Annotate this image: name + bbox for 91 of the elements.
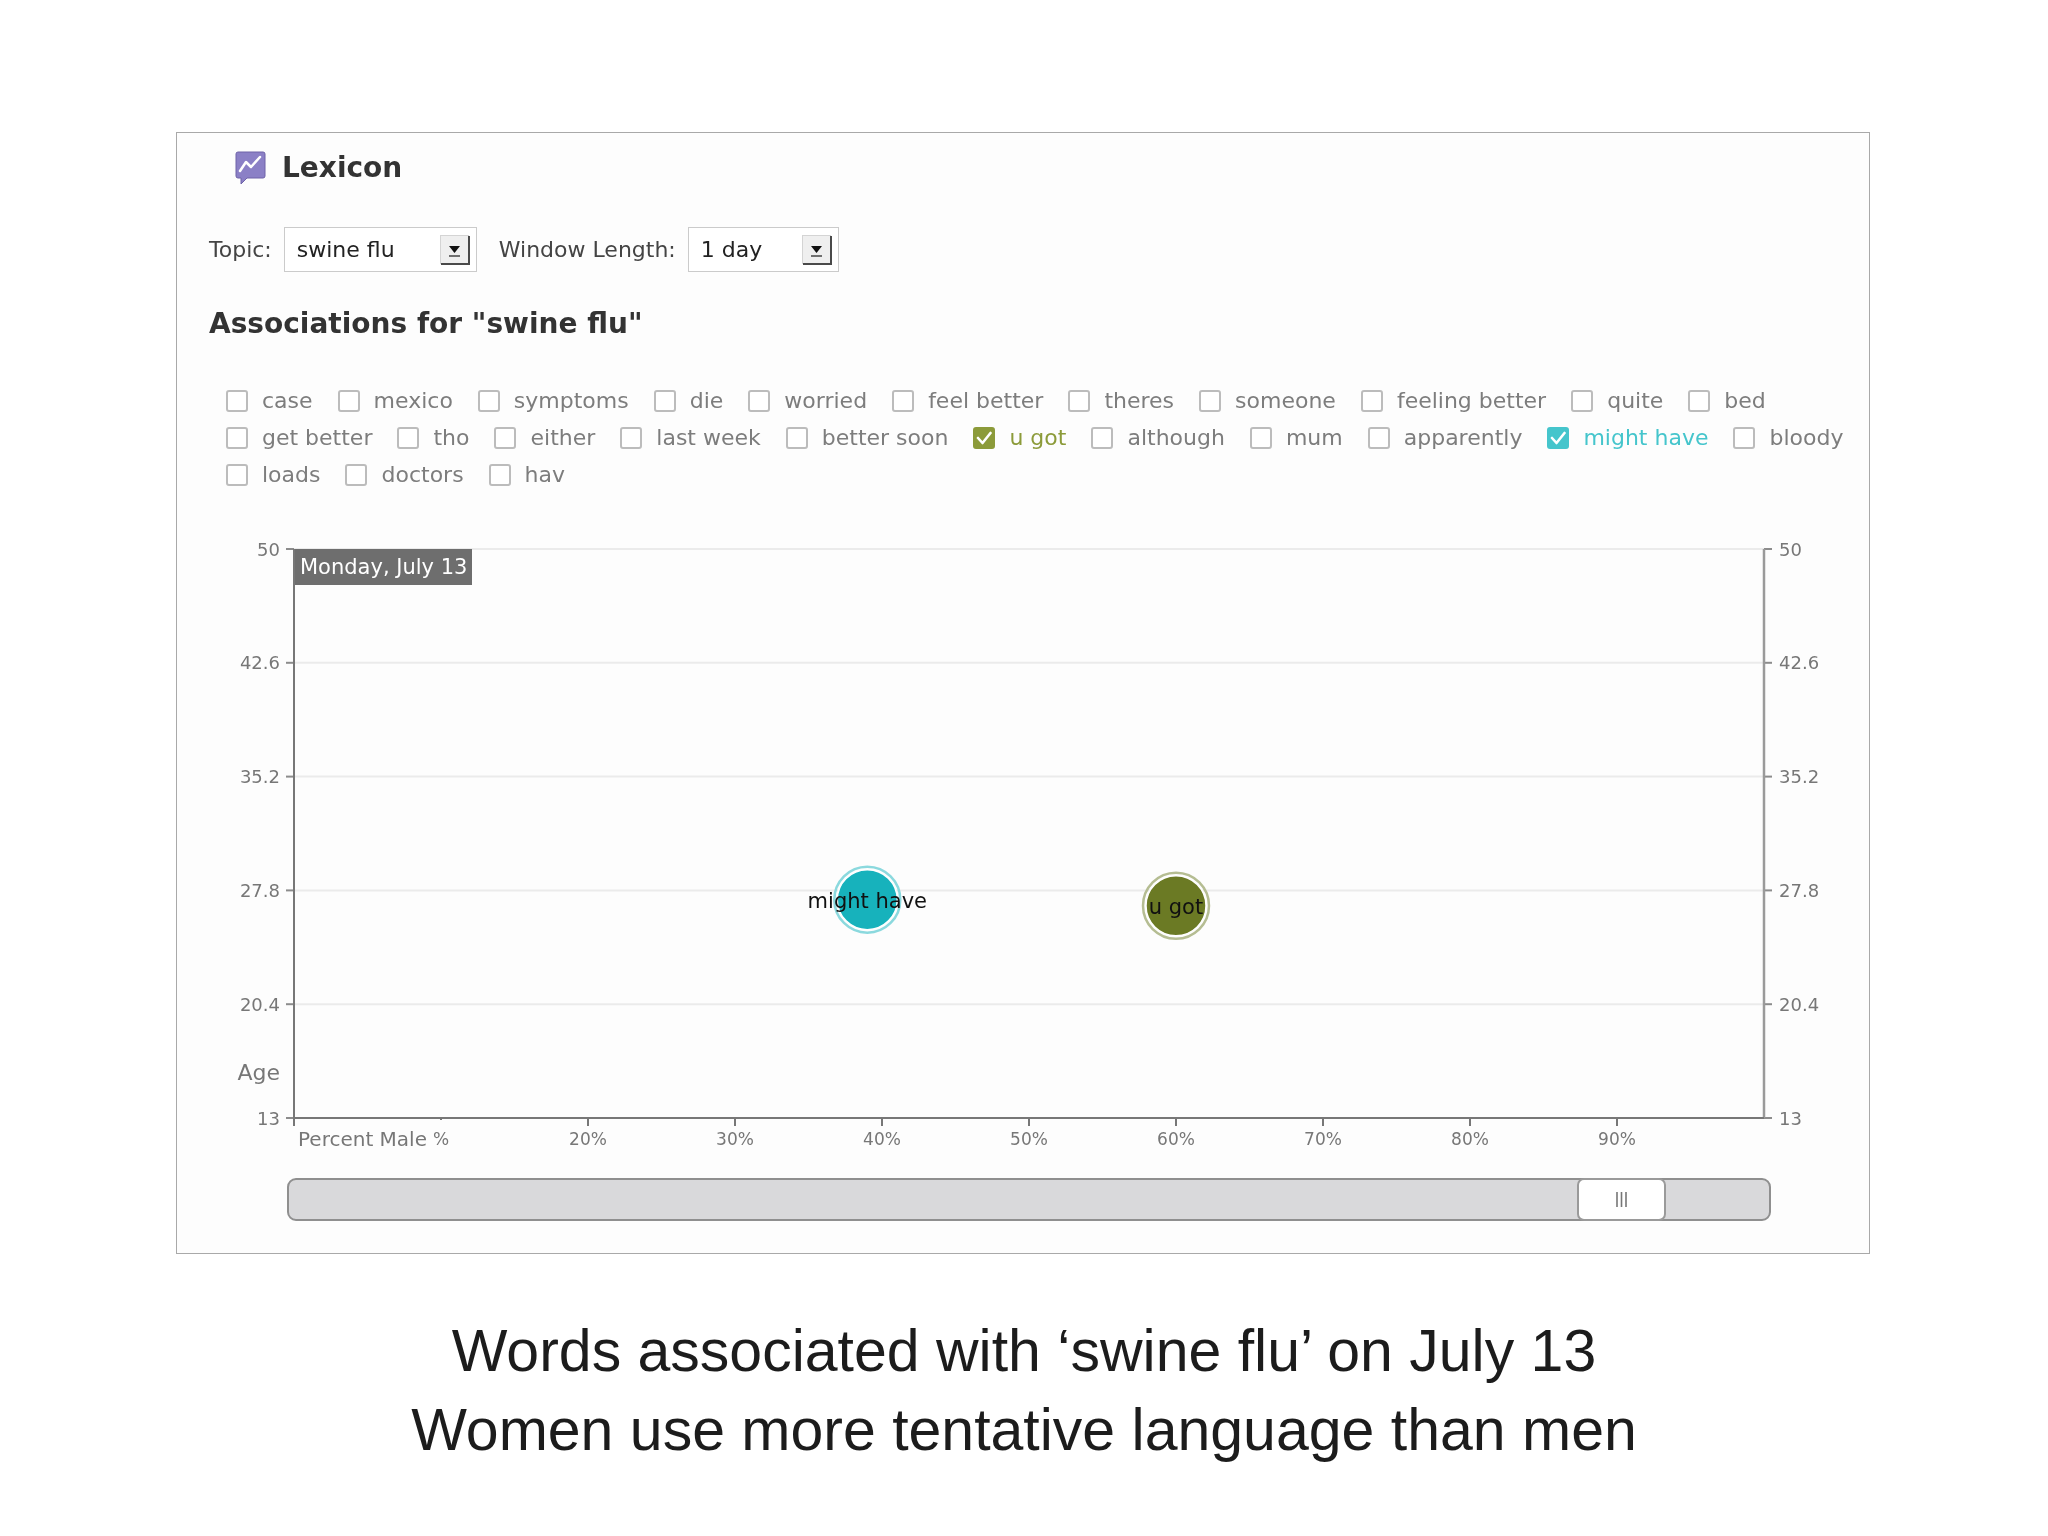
checkbox-label[interactable]: theres xyxy=(1104,382,1175,419)
checkbox[interactable] xyxy=(494,426,517,449)
axis-tick-label: 30% xyxy=(716,1129,754,1149)
axis-tick-label: 27.8 xyxy=(1779,879,1820,901)
dropdown[interactable]: 1 day xyxy=(687,227,839,272)
line-chart-icon xyxy=(235,151,266,185)
checkbox-label[interactable]: bed xyxy=(1724,382,1766,419)
checkbox[interactable] xyxy=(337,389,360,412)
checkbox[interactable] xyxy=(1249,426,1272,449)
axis-tick-label: 20% xyxy=(569,1129,607,1149)
checkbox-label[interactable]: mum xyxy=(1285,419,1343,456)
axis-title: Age xyxy=(237,1059,280,1085)
axis-tick-label: 27.8 xyxy=(239,879,280,901)
checkbox[interactable] xyxy=(973,426,996,449)
checkbox-label[interactable]: u got xyxy=(1009,419,1067,456)
checkbox[interactable] xyxy=(1733,426,1756,449)
checkbox-label[interactable]: quite xyxy=(1607,382,1664,419)
field-label: Topic: xyxy=(209,236,272,264)
grip-icon xyxy=(1616,1192,1627,1207)
axis-tick-label: 70% xyxy=(1304,1129,1342,1149)
checkbox[interactable] xyxy=(653,389,676,412)
checkbox[interactable] xyxy=(748,389,771,412)
checkbox[interactable] xyxy=(397,426,420,449)
checkbox[interactable] xyxy=(1068,389,1091,412)
slider-track[interactable] xyxy=(287,1178,1771,1221)
checkbox-label[interactable]: symptoms xyxy=(513,382,629,419)
axis-tick-label: 50 xyxy=(1779,538,1802,560)
checkbox-label[interactable]: although xyxy=(1127,419,1225,456)
checkbox-label[interactable]: someone xyxy=(1235,382,1336,419)
checkbox[interactable] xyxy=(1199,389,1222,412)
checkbox[interactable] xyxy=(226,389,248,412)
axis-tick-label: 90% xyxy=(1598,1129,1636,1149)
checkbox[interactable] xyxy=(1091,426,1114,449)
caret-icon xyxy=(801,234,832,265)
checkbox[interactable] xyxy=(345,463,368,486)
checkbox-label[interactable]: apparently xyxy=(1403,419,1523,456)
checkbox[interactable] xyxy=(892,389,915,412)
checkbox-label[interactable]: last week xyxy=(656,419,761,456)
axis-tick-label: 42.6 xyxy=(239,652,280,674)
checkbox-label[interactable]: tho xyxy=(433,419,470,456)
checkbox-label[interactable]: bloody xyxy=(1769,419,1844,456)
checkbox-label[interactable]: doctors xyxy=(381,456,464,493)
checkbox[interactable] xyxy=(1688,389,1711,412)
checkbox[interactable] xyxy=(1360,389,1383,412)
checkbox-label[interactable]: might have xyxy=(1583,419,1709,456)
checkbox[interactable] xyxy=(1571,389,1594,412)
checkbox-label[interactable]: feel better xyxy=(928,382,1044,419)
caption-text: Words associated with ‘swine flu’ on July 13 xyxy=(451,1317,1597,1386)
check-icon xyxy=(1550,430,1567,445)
axis-tick-label: 80% xyxy=(1451,1129,1489,1149)
checkbox-label[interactable]: either xyxy=(530,419,596,456)
check-icon xyxy=(976,430,993,445)
checkbox[interactable] xyxy=(226,426,248,449)
checkbox[interactable] xyxy=(226,463,248,486)
axis-tick-label: 20.4 xyxy=(1779,993,1820,1015)
point-label: u got xyxy=(1148,894,1204,919)
axis-tick-label: 35.2 xyxy=(239,766,280,788)
axis-tick-label: 13 xyxy=(257,1107,280,1129)
caption-text: Women use more tentative language than men xyxy=(411,1396,1637,1465)
axis-tick-label: 42.6 xyxy=(1779,652,1820,674)
axis-title: Percent Male xyxy=(298,1127,427,1151)
checkbox-label[interactable]: case xyxy=(262,382,313,419)
checkbox-label[interactable]: better soon xyxy=(821,419,949,456)
axis-tick-label: 35.2 xyxy=(1779,766,1820,788)
slider-thumb[interactable] xyxy=(1577,1178,1666,1221)
app-title: Lexicon xyxy=(282,150,403,186)
caret-icon xyxy=(439,234,470,265)
checkbox-label[interactable]: hav xyxy=(524,456,566,493)
field-label: Window Length: xyxy=(498,236,676,264)
checkbox[interactable] xyxy=(1547,426,1570,449)
checkbox[interactable] xyxy=(620,426,643,449)
checkbox-label[interactable]: die xyxy=(689,382,724,419)
checkbox-label[interactable]: worried xyxy=(784,382,868,419)
section-heading: Associations for "swine flu" xyxy=(209,307,643,341)
checkbox-label[interactable]: mexico xyxy=(373,382,453,419)
checkbox[interactable] xyxy=(477,389,500,412)
checkbox-label[interactable]: get better xyxy=(262,419,373,456)
axis-tick-label: 40% xyxy=(863,1129,901,1149)
axis-tick-label: 60% xyxy=(1157,1129,1195,1149)
checkbox[interactable] xyxy=(785,426,808,449)
dropdown[interactable]: swine flu xyxy=(283,227,477,272)
axis-tick-label: % xyxy=(432,1129,450,1149)
axis-tick-label: 50% xyxy=(1010,1129,1048,1149)
checkbox-label[interactable]: loads xyxy=(262,456,321,493)
checkbox[interactable] xyxy=(488,463,511,486)
date-label: Monday, July 13 xyxy=(295,549,473,585)
checkbox-label[interactable]: feeling better xyxy=(1396,382,1547,419)
axis-tick-label: 20.4 xyxy=(239,993,280,1015)
axis-tick-label: 13 xyxy=(1779,1107,1802,1129)
checkbox[interactable] xyxy=(1367,426,1390,449)
axis-tick-label: 50 xyxy=(257,538,280,560)
